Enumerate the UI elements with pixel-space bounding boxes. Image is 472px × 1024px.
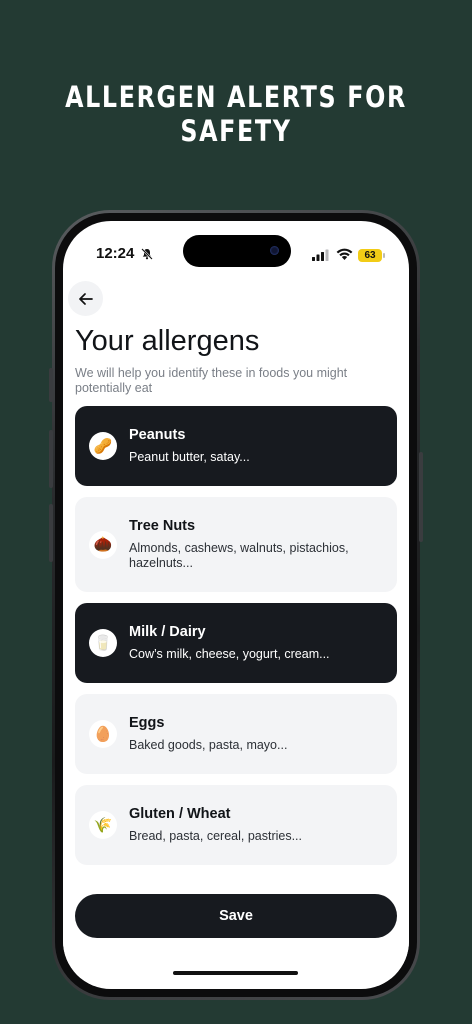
- battery-tip: [383, 253, 385, 258]
- wifi-icon: [336, 248, 353, 260]
- allergen-card-eggs[interactable]: 🥚 Eggs Baked goods, pasta, mayo...: [75, 694, 397, 774]
- allergen-description: Baked goods, pasta, mayo...: [129, 738, 288, 752]
- phone-frame: 12:24 63 Your allergens We will help you…: [49, 210, 423, 1000]
- wheat-icon: 🌾: [89, 811, 117, 839]
- phone-volume-up-button: [49, 430, 53, 488]
- chestnut-icon: 🌰: [89, 530, 117, 559]
- phone-action-button: [49, 368, 53, 402]
- status-time: 12:24: [96, 245, 135, 262]
- phone-power-button: [419, 452, 423, 542]
- cellular-signal-icon: [312, 249, 329, 261]
- page-subtitle: We will help you identify these in foods…: [75, 366, 348, 395]
- promo-headline: ALLERGEN ALERTS FOR SAFETY: [65, 80, 407, 148]
- allergen-name: Milk / Dairy: [129, 624, 206, 640]
- home-indicator: [173, 971, 298, 975]
- allergen-card-tree-nuts[interactable]: 🌰 Tree Nuts Almonds, cashews, walnuts, p…: [75, 497, 397, 592]
- arrow-left-icon: [78, 292, 93, 305]
- allergen-description: Bread, pasta, cereal, pastries...: [129, 829, 303, 843]
- allergen-name: Eggs: [129, 715, 165, 731]
- allergen-description: Cow’s milk, cheese, yogurt, cream...: [129, 647, 330, 661]
- allergen-list: 🥜 Peanuts Peanut butter, satay... 🌰 Tree…: [75, 406, 397, 927]
- milk-glass-icon: 🥛: [89, 629, 117, 657]
- camera-icon: [270, 246, 279, 255]
- page-title: Your allergens: [75, 325, 260, 357]
- allergen-name: Tree Nuts: [129, 518, 196, 534]
- allergen-description: Peanut butter, satay...: [129, 450, 250, 464]
- bell-slash-icon: [141, 248, 153, 260]
- save-button[interactable]: Save: [75, 894, 397, 938]
- egg-icon: 🥚: [89, 720, 117, 748]
- phone-volume-down-button: [49, 504, 53, 562]
- allergen-card-peanuts[interactable]: 🥜 Peanuts Peanut butter, satay...: [75, 406, 397, 486]
- allergen-name: Gluten / Wheat: [129, 806, 231, 822]
- allergen-name: Peanuts: [129, 427, 186, 443]
- allergen-card-milk-dairy[interactable]: 🥛 Milk / Dairy Cow’s milk, cheese, yogur…: [75, 603, 397, 683]
- app-screen: 12:24 63 Your allergens We will help you…: [63, 221, 409, 989]
- peanut-icon: 🥜: [89, 432, 117, 460]
- back-button[interactable]: [68, 281, 103, 316]
- allergen-card-gluten-wheat[interactable]: 🌾 Gluten / Wheat Bread, pasta, cereal, p…: [75, 785, 397, 865]
- battery-indicator: 63: [358, 249, 382, 262]
- allergen-description: Almonds, cashews, walnuts, pistachios, h…: [129, 541, 349, 570]
- dynamic-island: [183, 235, 291, 267]
